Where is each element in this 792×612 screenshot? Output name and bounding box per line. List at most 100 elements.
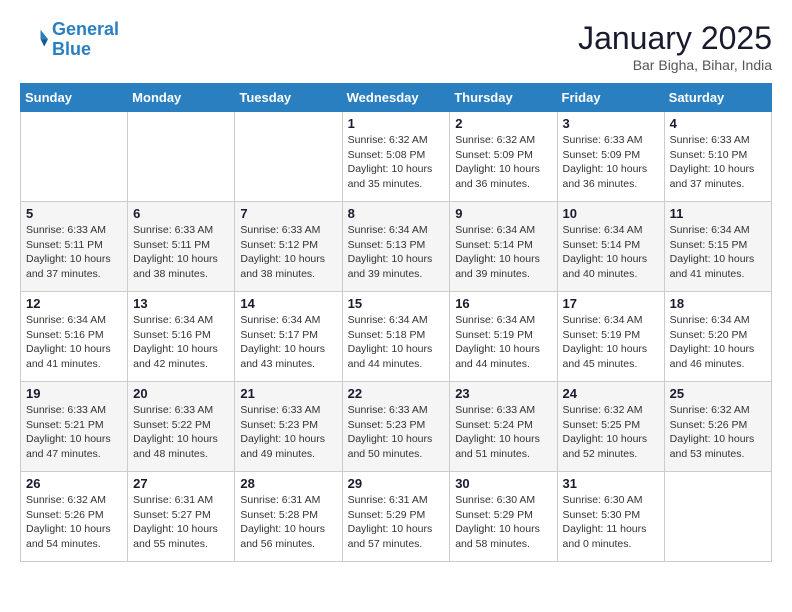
day-number: 20 [133,386,229,401]
day-number: 8 [348,206,445,221]
calendar-cell: 30 Sunrise: 6:30 AM Sunset: 5:29 PM Dayli… [450,472,557,562]
logo-text: General Blue [52,20,119,60]
day-info: Sunrise: 6:33 AM Sunset: 5:11 PM Dayligh… [133,223,229,282]
day-number: 7 [240,206,336,221]
day-number: 31 [563,476,659,491]
weekday-header-saturday: Saturday [664,84,771,112]
calendar-cell: 21 Sunrise: 6:33 AM Sunset: 5:23 PM Dayli… [235,382,342,472]
calendar-cell [664,472,771,562]
calendar-cell: 15Sunrise: 6:34 AM Sunset: 5:18 PM Dayli… [342,292,450,382]
day-info: Sunrise: 6:33 AM Sunset: 5:10 PM Dayligh… [670,133,766,192]
weekday-header-monday: Monday [128,84,235,112]
day-info: Sunrise: 6:31 AM Sunset: 5:29 PM Dayligh… [348,493,445,552]
calendar-cell: 5Sunrise: 6:33 AM Sunset: 5:11 PM Daylig… [21,202,128,292]
calendar-cell: 1 Sunrise: 6:32 AM Sunset: 5:08 PM Daylig… [342,112,450,202]
day-number: 2 [455,116,551,131]
day-info: Sunrise: 6:34 AM Sunset: 5:20 PM Dayligh… [670,313,766,372]
calendar-cell: 22 Sunrise: 6:33 AM Sunset: 5:23 PM Dayli… [342,382,450,472]
week-row-2: 5Sunrise: 6:33 AM Sunset: 5:11 PM Daylig… [21,202,772,292]
day-info: Sunrise: 6:31 AM Sunset: 5:28 PM Dayligh… [240,493,336,552]
day-number: 28 [240,476,336,491]
day-info: Sunrise: 6:33 AM Sunset: 5:11 PM Dayligh… [26,223,122,282]
calendar-cell: 7 Sunrise: 6:33 AM Sunset: 5:12 PM Daylig… [235,202,342,292]
day-number: 4 [670,116,766,131]
day-info: Sunrise: 6:33 AM Sunset: 5:09 PM Dayligh… [563,133,659,192]
day-number: 3 [563,116,659,131]
calendar-cell: 16 Sunrise: 6:34 AM Sunset: 5:19 PM Dayli… [450,292,557,382]
calendar-cell: 31Sunrise: 6:30 AM Sunset: 5:30 PM Dayli… [557,472,664,562]
calendar-cell: 14 Sunrise: 6:34 AM Sunset: 5:17 PM Dayli… [235,292,342,382]
day-info: Sunrise: 6:33 AM Sunset: 5:23 PM Dayligh… [348,403,445,462]
week-row-1: 1 Sunrise: 6:32 AM Sunset: 5:08 PM Daylig… [21,112,772,202]
day-info: Sunrise: 6:32 AM Sunset: 5:26 PM Dayligh… [670,403,766,462]
calendar-cell: 9 Sunrise: 6:34 AM Sunset: 5:14 PM Daylig… [450,202,557,292]
calendar-cell: 24 Sunrise: 6:32 AM Sunset: 5:25 PM Dayli… [557,382,664,472]
week-row-4: 19 Sunrise: 6:33 AM Sunset: 5:21 PM Dayli… [21,382,772,472]
logo: General Blue [20,20,119,60]
day-number: 14 [240,296,336,311]
day-info: Sunrise: 6:34 AM Sunset: 5:18 PM Dayligh… [348,313,445,372]
calendar-cell [128,112,235,202]
calendar-cell: 17Sunrise: 6:34 AM Sunset: 5:19 PM Dayli… [557,292,664,382]
calendar-cell: 25 Sunrise: 6:32 AM Sunset: 5:26 PM Dayli… [664,382,771,472]
day-info: Sunrise: 6:32 AM Sunset: 5:09 PM Dayligh… [455,133,551,192]
calendar-cell: 26 Sunrise: 6:32 AM Sunset: 5:26 PM Dayli… [21,472,128,562]
calendar-cell: 20 Sunrise: 6:33 AM Sunset: 5:22 PM Dayli… [128,382,235,472]
day-number: 24 [563,386,659,401]
day-info: Sunrise: 6:34 AM Sunset: 5:16 PM Dayligh… [26,313,122,372]
day-info: Sunrise: 6:33 AM Sunset: 5:22 PM Dayligh… [133,403,229,462]
calendar-table: SundayMondayTuesdayWednesdayThursdayFrid… [20,83,772,562]
weekday-header-friday: Friday [557,84,664,112]
day-number: 27 [133,476,229,491]
day-number: 23 [455,386,551,401]
calendar-cell [21,112,128,202]
day-number: 29 [348,476,445,491]
day-info: Sunrise: 6:34 AM Sunset: 5:14 PM Dayligh… [563,223,659,282]
day-info: Sunrise: 6:33 AM Sunset: 5:23 PM Dayligh… [240,403,336,462]
weekday-header-tuesday: Tuesday [235,84,342,112]
day-number: 16 [455,296,551,311]
calendar-cell: 10 Sunrise: 6:34 AM Sunset: 5:14 PM Dayli… [557,202,664,292]
day-info: Sunrise: 6:34 AM Sunset: 5:14 PM Dayligh… [455,223,551,282]
day-number: 22 [348,386,445,401]
day-number: 12 [26,296,122,311]
calendar-cell: 6 Sunrise: 6:33 AM Sunset: 5:11 PM Daylig… [128,202,235,292]
calendar-cell: 13Sunrise: 6:34 AM Sunset: 5:16 PM Dayli… [128,292,235,382]
day-info: Sunrise: 6:34 AM Sunset: 5:19 PM Dayligh… [455,313,551,372]
day-info: Sunrise: 6:33 AM Sunset: 5:21 PM Dayligh… [26,403,122,462]
day-info: Sunrise: 6:32 AM Sunset: 5:25 PM Dayligh… [563,403,659,462]
day-number: 6 [133,206,229,221]
day-info: Sunrise: 6:32 AM Sunset: 5:26 PM Dayligh… [26,493,122,552]
page-header: General Blue January 2025 Bar Bigha, Bih… [20,20,772,73]
day-info: Sunrise: 6:34 AM Sunset: 5:17 PM Dayligh… [240,313,336,372]
day-number: 25 [670,386,766,401]
day-info: Sunrise: 6:33 AM Sunset: 5:24 PM Dayligh… [455,403,551,462]
day-number: 10 [563,206,659,221]
day-number: 19 [26,386,122,401]
day-info: Sunrise: 6:32 AM Sunset: 5:08 PM Dayligh… [348,133,445,192]
calendar-cell: 11Sunrise: 6:34 AM Sunset: 5:15 PM Dayli… [664,202,771,292]
calendar-cell [235,112,342,202]
logo-icon [20,26,48,54]
day-info: Sunrise: 6:31 AM Sunset: 5:27 PM Dayligh… [133,493,229,552]
calendar-cell: 29 Sunrise: 6:31 AM Sunset: 5:29 PM Dayli… [342,472,450,562]
day-info: Sunrise: 6:34 AM Sunset: 5:13 PM Dayligh… [348,223,445,282]
calendar-cell: 12 Sunrise: 6:34 AM Sunset: 5:16 PM Dayli… [21,292,128,382]
calendar-cell: 18Sunrise: 6:34 AM Sunset: 5:20 PM Dayli… [664,292,771,382]
day-info: Sunrise: 6:33 AM Sunset: 5:12 PM Dayligh… [240,223,336,282]
day-number: 11 [670,206,766,221]
day-info: Sunrise: 6:34 AM Sunset: 5:16 PM Dayligh… [133,313,229,372]
location: Bar Bigha, Bihar, India [578,57,772,73]
day-number: 1 [348,116,445,131]
title-block: January 2025 Bar Bigha, Bihar, India [578,20,772,73]
day-number: 17 [563,296,659,311]
day-number: 21 [240,386,336,401]
weekday-header-row: SundayMondayTuesdayWednesdayThursdayFrid… [21,84,772,112]
day-number: 30 [455,476,551,491]
calendar-cell: 2 Sunrise: 6:32 AM Sunset: 5:09 PM Daylig… [450,112,557,202]
day-info: Sunrise: 6:30 AM Sunset: 5:29 PM Dayligh… [455,493,551,552]
calendar-cell: 28 Sunrise: 6:31 AM Sunset: 5:28 PM Dayli… [235,472,342,562]
day-number: 9 [455,206,551,221]
day-number: 26 [26,476,122,491]
weekday-header-thursday: Thursday [450,84,557,112]
